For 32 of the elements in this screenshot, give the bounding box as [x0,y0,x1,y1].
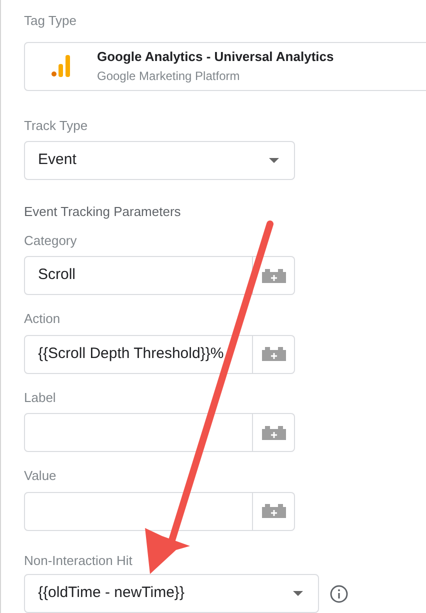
field-label: Non-Interaction Hit [24,552,134,570]
field-label: Category [24,232,78,250]
insert-variable-button[interactable] [253,413,295,452]
variable-brick-icon [262,426,286,440]
dropdown-select[interactable]: {{oldTime - newTime}} [24,574,319,613]
text-input-field[interactable]: Scroll [24,256,253,295]
select-value: Event [38,150,76,170]
select-value: {{oldTime - newTime}} [38,583,184,604]
info-icon[interactable] [330,584,348,602]
insert-variable-button[interactable] [253,492,295,530]
dropdown-caret-icon [269,158,279,163]
text-input-field[interactable] [24,413,253,452]
field-value: Scroll [38,265,76,286]
dropdown-select[interactable]: Event [24,141,295,180]
field-label: Tag Type [24,12,78,30]
text-input-field[interactable]: {{Scroll Depth Threshold}}% [24,334,253,374]
text-input-field[interactable] [24,492,253,530]
insert-variable-button[interactable] [253,334,295,374]
field-label: Value [24,467,58,485]
field-label: Label [24,388,57,406]
variable-brick-icon [262,504,286,518]
field-label: Track Type [24,116,89,135]
field-label: Event Tracking Parameters [24,203,182,221]
field-value: {{Scroll Depth Threshold}}% [38,344,224,364]
dropdown-caret-icon [293,591,303,596]
analytics-bars-icon [51,55,71,77]
tag-type-vendor: Google Marketing Platform [97,68,241,85]
variable-brick-icon [262,268,286,282]
variable-brick-icon [262,347,286,361]
tag-type-card[interactable]: Google Analytics - Universal Analytics Google Marketing Platform [24,42,426,90]
field-label: Action [24,310,62,328]
tag-type-name: Google Analytics - Universal Analytics [97,48,334,66]
